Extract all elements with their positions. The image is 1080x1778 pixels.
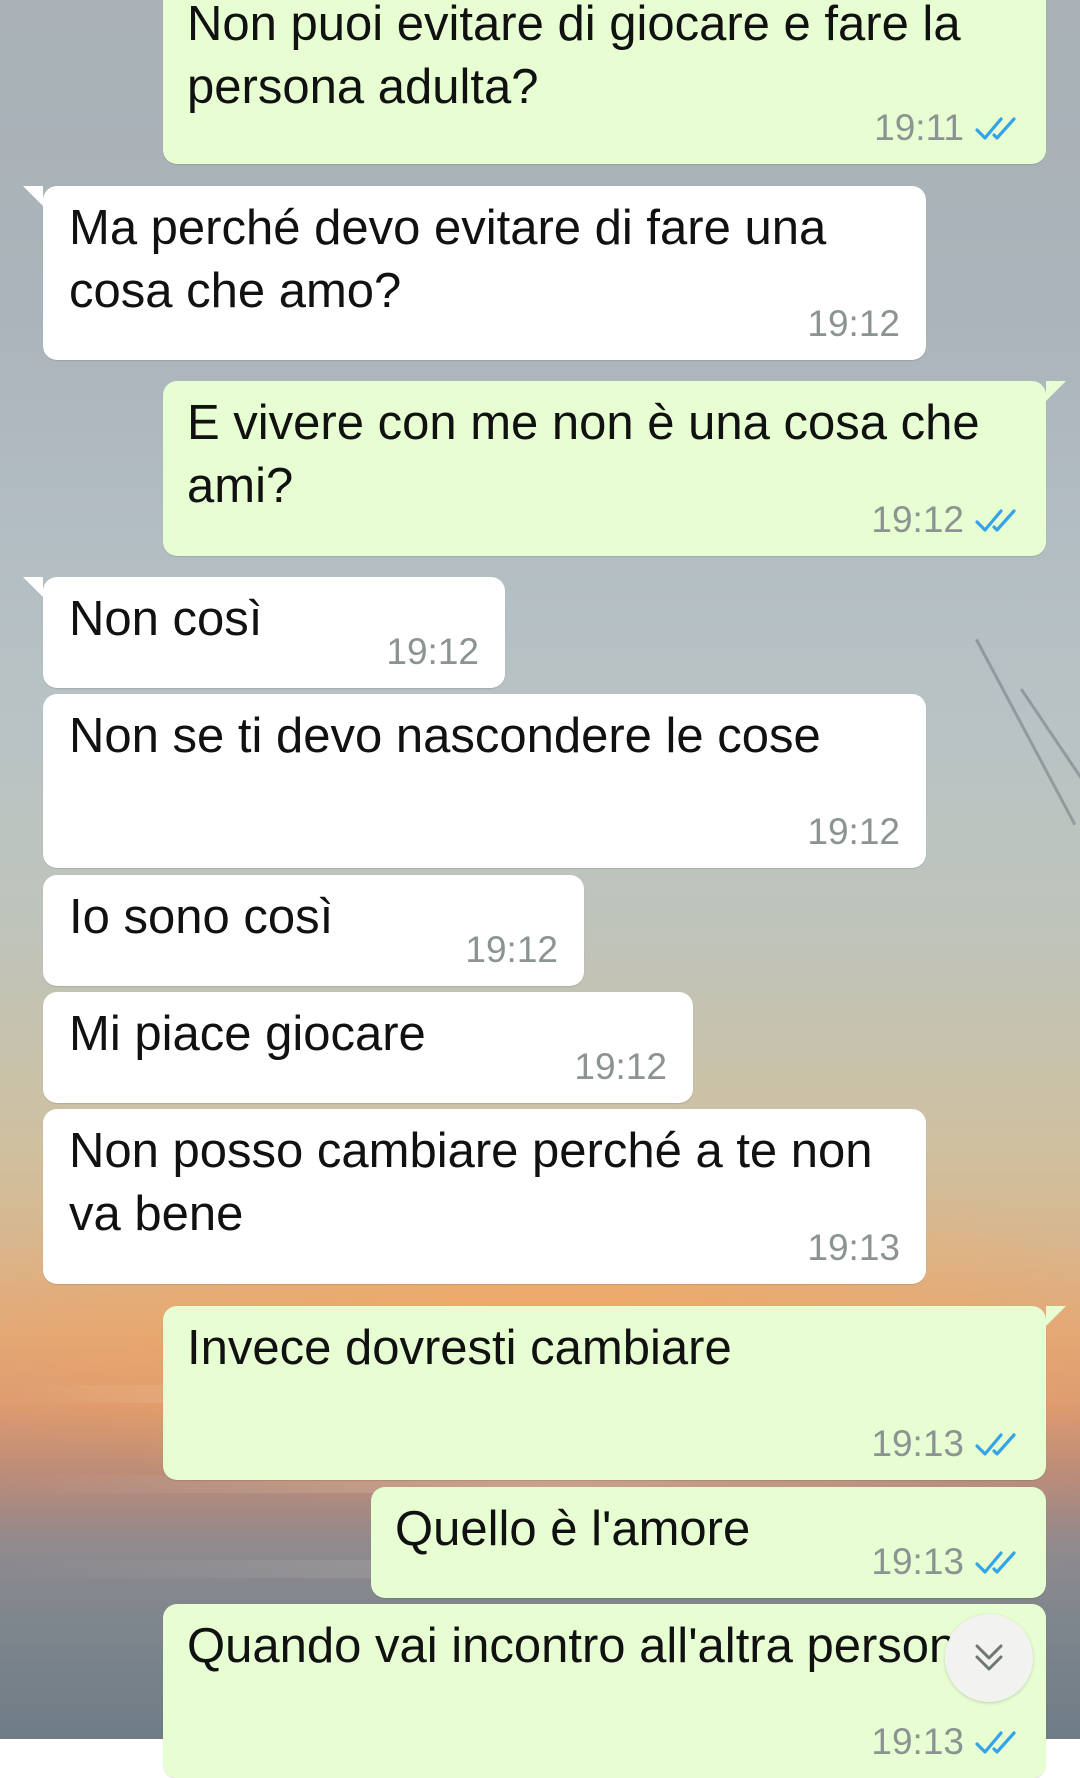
message-text: Ma perché devo evitare di fare una cosa … xyxy=(69,201,827,318)
message-meta: 19:12 xyxy=(807,304,900,344)
message-meta: 19:13 xyxy=(807,1228,900,1268)
message-time: 19:12 xyxy=(386,631,479,672)
message-meta: 19:11 xyxy=(874,108,1020,148)
message-meta: 19:13 xyxy=(871,1542,1020,1582)
double-check-icon xyxy=(975,509,1016,532)
bubble-tail xyxy=(1046,381,1066,401)
message-meta: 19:12 xyxy=(386,632,479,672)
message-meta: 19:13 xyxy=(871,1722,1020,1762)
message-meta: 19:12 xyxy=(465,930,558,970)
message-bubble-outgoing[interactable]: Non puoi evitare di giocare e fare la pe… xyxy=(163,0,1046,164)
message-time: 19:12 xyxy=(807,811,900,852)
message-meta: 19:12 xyxy=(807,812,900,852)
chevron-double-down-icon xyxy=(975,1644,1003,1671)
message-time: 19:13 xyxy=(871,1721,964,1762)
double-check-icon xyxy=(975,1433,1016,1456)
message-time: 19:12 xyxy=(574,1046,667,1087)
message-time: 19:12 xyxy=(807,303,900,344)
message-bubble-outgoing[interactable]: E vivere con me non è una cosa che ami? … xyxy=(163,381,1066,556)
message-meta: 19:13 xyxy=(871,1424,1020,1464)
message-bubble-incoming[interactable]: Ma perché devo evitare di fare una cosa … xyxy=(23,186,926,360)
message-time: 19:13 xyxy=(871,1423,964,1464)
message-bubble-incoming[interactable]: Io sono così 19:12 xyxy=(43,875,584,986)
message-bubble-incoming[interactable]: Non così 19:12 xyxy=(23,577,505,688)
scroll-to-bottom-button[interactable] xyxy=(945,1614,1033,1702)
bubble-tail xyxy=(1046,1306,1066,1326)
message-bubble-incoming[interactable]: Non se ti devo nascondere le cose 19:12 xyxy=(43,694,926,868)
message-time: 19:12 xyxy=(465,929,558,970)
double-check-icon xyxy=(975,117,1016,140)
message-bubble-outgoing[interactable]: Invece dovresti cambiare 19:13 xyxy=(163,1306,1066,1480)
message-bubble-incoming[interactable]: Non posso cambiare perché a te non va be… xyxy=(43,1109,926,1284)
message-list[interactable]: Non puoi evitare di giocare e fare la pe… xyxy=(0,0,1080,1778)
message-bubble-outgoing[interactable]: Quello è l'amore 19:13 xyxy=(371,1487,1046,1598)
message-time: 19:13 xyxy=(807,1227,900,1268)
message-text: Non posso cambiare perché a te non va be… xyxy=(69,1124,873,1241)
message-time: 19:11 xyxy=(874,107,964,148)
bubble-tail xyxy=(23,186,43,206)
message-time: 19:12 xyxy=(871,499,964,540)
double-check-icon xyxy=(975,1731,1016,1754)
message-bubble-outgoing[interactable]: Quando vai incontro all'altra persona 19… xyxy=(163,1604,1046,1778)
message-meta: 19:12 xyxy=(871,500,1020,540)
message-text: Invece dovresti cambiare xyxy=(187,1321,732,1375)
message-text: Quando vai incontro all'altra persona xyxy=(187,1619,984,1673)
message-time: 19:13 xyxy=(871,1541,964,1582)
message-bubble-incoming[interactable]: Mi piace giocare 19:12 xyxy=(43,992,693,1103)
message-text: Non puoi evitare di giocare e fare la pe… xyxy=(187,0,961,114)
message-text: Non se ti devo nascondere le cose xyxy=(69,709,821,763)
message-meta: 19:12 xyxy=(574,1047,667,1087)
double-check-icon xyxy=(975,1551,1016,1574)
bubble-tail xyxy=(23,577,43,597)
